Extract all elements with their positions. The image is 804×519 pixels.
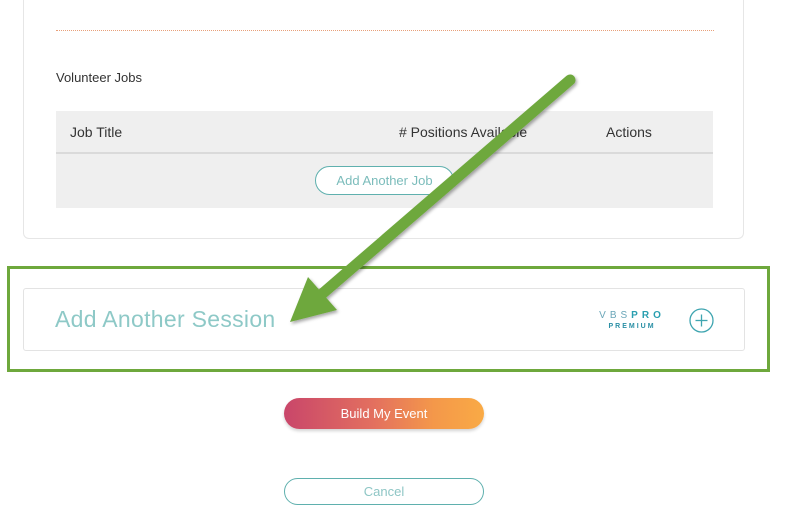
- add-another-job-button[interactable]: Add Another Job: [315, 166, 454, 195]
- vbs-text: VBS: [599, 310, 632, 321]
- vbs-pro-premium-logo: VBSPRO PREMIUM: [592, 311, 672, 331]
- add-session-card[interactable]: Add Another Session VBSPRO PREMIUM: [23, 288, 745, 351]
- cancel-button[interactable]: Cancel: [284, 478, 484, 505]
- volunteer-jobs-label: Volunteer Jobs: [56, 70, 143, 85]
- event-details-card: Volunteer Jobs Job Title # Positions Ava…: [23, 0, 744, 239]
- plus-circle-icon[interactable]: [689, 308, 714, 333]
- build-my-event-button[interactable]: Build My Event: [284, 398, 484, 429]
- column-positions-available: # Positions Available: [399, 124, 528, 140]
- section-divider: [56, 30, 714, 31]
- vbs-pro-wordmark: VBSPRO: [592, 311, 672, 321]
- pro-text: PRO: [631, 310, 665, 321]
- column-actions: Actions: [606, 124, 652, 140]
- column-job-title: Job Title: [70, 124, 123, 140]
- volunteer-jobs-table: Job Title # Positions Available Actions …: [56, 111, 713, 208]
- add-another-session-link[interactable]: Add Another Session: [55, 306, 276, 333]
- premium-text: PREMIUM: [608, 323, 656, 330]
- jobs-table-header: Job Title # Positions Available Actions: [56, 111, 713, 154]
